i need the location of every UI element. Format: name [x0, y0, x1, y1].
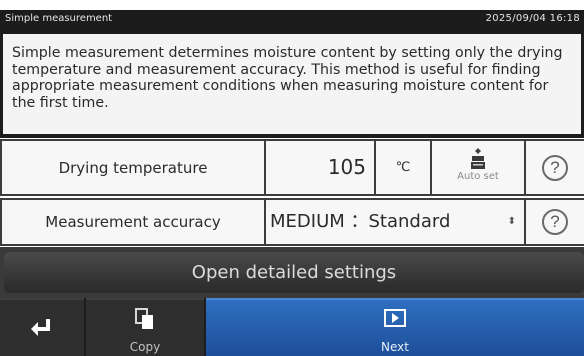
select-arrow-icon: ⬍	[507, 216, 516, 227]
help-icon: ?	[542, 209, 568, 235]
status-bar: Simple measurement 2025/09/04 16:18	[0, 10, 584, 28]
measurement-accuracy-value: MEDIUM ：Standard	[270, 211, 451, 232]
date-time: 2025/09/04 16:18	[485, 13, 580, 24]
copy-label: Copy	[129, 340, 161, 354]
return-arrow-icon	[31, 319, 50, 336]
measurement-accuracy-help-button[interactable]: ?	[526, 200, 584, 244]
copy-icon	[135, 308, 153, 329]
drying-temperature-value[interactable]: 105	[266, 141, 374, 194]
drying-temperature-help-button[interactable]: ?	[526, 141, 584, 194]
auto-set-label: Auto set	[457, 171, 499, 182]
temperature-unit: ℃	[376, 141, 430, 194]
play-icon	[384, 309, 406, 327]
measurement-accuracy-label: Measurement accuracy	[2, 200, 264, 244]
next-button[interactable]: Next	[206, 298, 584, 356]
measurement-accuracy-select[interactable]: MEDIUM ：Standard ⬍	[266, 200, 524, 244]
drying-temperature-label: Drying temperature	[2, 141, 264, 194]
drying-temperature-row: Drying temperature 105 ℃ Auto set ?	[0, 139, 584, 196]
help-icon: ?	[542, 154, 568, 181]
bottom-action-bar: Copy Next	[0, 298, 584, 356]
back-button[interactable]	[0, 298, 84, 356]
auto-set-icon	[471, 148, 485, 169]
next-label: Next	[381, 340, 409, 354]
description-text: Simple measurement determines moisture c…	[3, 34, 581, 134]
open-detailed-settings-button[interactable]: Open detailed settings	[4, 252, 584, 293]
measurement-accuracy-row: Measurement accuracy MEDIUM ：Standard ⬍ …	[0, 198, 584, 246]
copy-button[interactable]: Copy	[86, 298, 204, 356]
description-frame: Simple measurement determines moisture c…	[0, 28, 584, 138]
screen-title: Simple measurement	[5, 13, 113, 24]
auto-set-button[interactable]: Auto set	[432, 141, 524, 194]
detailed-settings-bar: Open detailed settings	[0, 247, 584, 298]
simple-measurement-screen: Simple measurement 2025/09/04 16:18 Simp…	[0, 0, 584, 356]
